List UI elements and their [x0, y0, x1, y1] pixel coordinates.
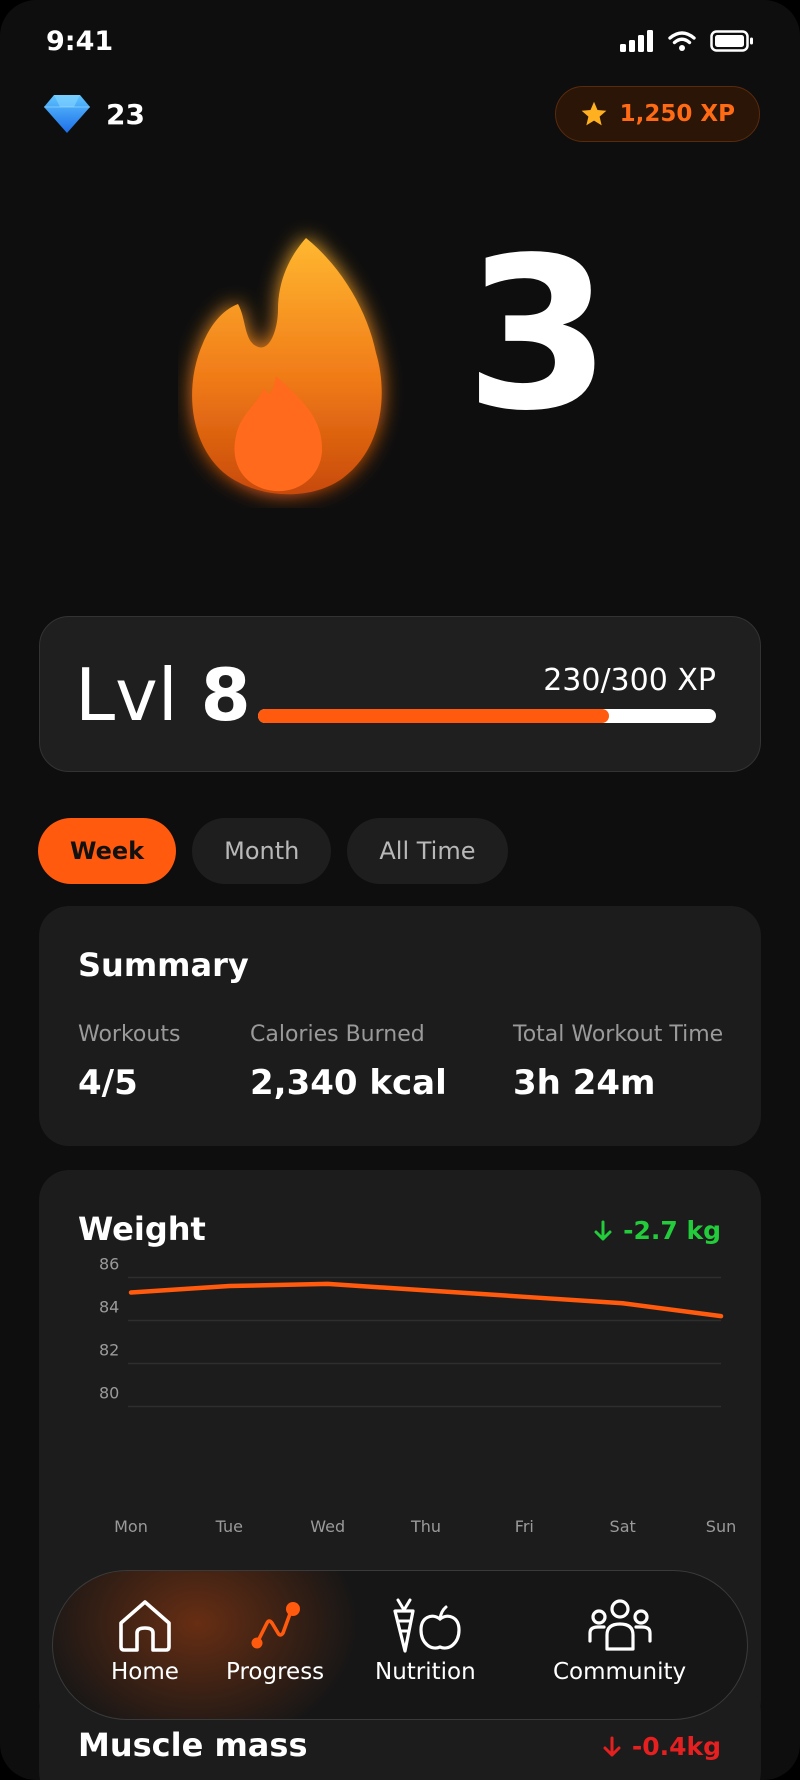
- status-bar: 9:41: [0, 0, 800, 80]
- x-tick-label: Fri: [515, 1517, 534, 1536]
- x-tick-label: Sat: [610, 1517, 636, 1536]
- battery-icon: [710, 30, 753, 52]
- muscle-delta: -0.4kg: [602, 1732, 721, 1761]
- diamond-icon: [44, 95, 90, 133]
- app-screen: 9:41 23 1,250 XP 3 Lvl 8 230/300 XP Week…: [0, 0, 800, 1780]
- xp-total: 1,250 XP: [619, 101, 735, 127]
- tab-month[interactable]: Month: [192, 818, 332, 884]
- stat-value: 3h 24m: [513, 1063, 656, 1103]
- stat-label: Calories Burned: [250, 1022, 425, 1047]
- period-tabs: Week Month All Time: [38, 818, 508, 884]
- community-icon: [587, 1599, 652, 1651]
- nav-label: Community: [553, 1659, 687, 1685]
- stat-workout-time: Total Workout Time 3h 24m: [513, 1022, 723, 1103]
- status-time: 9:41: [46, 26, 114, 57]
- x-tick-label: Tue: [215, 1517, 243, 1536]
- xp-progress-bar: [258, 709, 716, 723]
- gems-count: 23: [106, 97, 145, 131]
- gems-counter[interactable]: 23: [42, 93, 145, 135]
- progress-icon: [251, 1602, 301, 1649]
- x-tick-label: Sun: [706, 1517, 736, 1536]
- muscle-delta-value: -0.4kg: [631, 1732, 721, 1761]
- nav-community[interactable]: Community: [553, 1597, 686, 1685]
- stat-calories: Calories Burned 2,340 kcal: [250, 1022, 447, 1103]
- streak-section: 3: [0, 210, 800, 510]
- nav-active-glow: [53, 1571, 373, 1719]
- y-tick-label: 82: [99, 1340, 119, 1359]
- bottom-nav: Home Progress Nutrition Community: [52, 1570, 748, 1720]
- wifi-icon: [668, 31, 696, 51]
- stat-workouts: Workouts 4/5: [78, 1022, 180, 1103]
- tab-week[interactable]: Week: [38, 818, 177, 884]
- level-number: 8: [200, 653, 251, 737]
- stat-value: 4/5: [78, 1063, 138, 1103]
- nav-label: Progress: [226, 1659, 325, 1685]
- xp-progress-text: 230/300 XP: [543, 663, 716, 698]
- muscle-title: Muscle mass: [78, 1726, 308, 1764]
- nav-label: Nutrition: [375, 1659, 476, 1685]
- nav-label: Home: [111, 1659, 179, 1685]
- stat-label: Total Workout Time: [513, 1022, 724, 1047]
- x-tick-label: Mon: [114, 1517, 148, 1536]
- nutrition-icon: [393, 1598, 461, 1653]
- summary-title: Summary: [78, 946, 249, 984]
- summary-card: Summary Workouts 4/5 Calories Burned 2,3…: [39, 906, 761, 1146]
- nav-nutrition[interactable]: Nutrition: [375, 1597, 476, 1685]
- y-tick-label: 84: [99, 1297, 119, 1316]
- nav-home[interactable]: Home: [111, 1597, 179, 1685]
- weight-series-line: [128, 1281, 724, 1319]
- y-tick-label: 86: [99, 1254, 119, 1273]
- x-tick-label: Wed: [310, 1517, 345, 1536]
- status-icons: [620, 30, 754, 52]
- level-label: Lvl 8: [75, 653, 251, 737]
- level-prefix: Lvl: [75, 653, 178, 737]
- tab-all-time[interactable]: All Time: [347, 818, 508, 884]
- signal-icon: [620, 30, 653, 52]
- x-tick-label: Thu: [410, 1517, 441, 1536]
- stat-value: 2,340 kcal: [250, 1063, 447, 1103]
- weight-chart: 86 84 82 80 Mon Tue Wed Thu Fri Sat Sun: [99, 1254, 736, 1536]
- arrow-down-icon: [603, 1736, 621, 1756]
- home-icon: [119, 1600, 171, 1652]
- flame-icon: [178, 218, 438, 508]
- stat-label: Workouts: [78, 1022, 181, 1047]
- level-card: Lvl 8 230/300 XP: [39, 616, 761, 772]
- y-tick-label: 80: [99, 1383, 119, 1402]
- xp-badge[interactable]: 1,250 XP: [554, 86, 760, 142]
- streak-count: 3: [465, 212, 611, 457]
- xp-progress-fill: [258, 709, 610, 723]
- star-icon: [581, 101, 607, 126]
- nav-progress[interactable]: Progress: [226, 1597, 324, 1685]
